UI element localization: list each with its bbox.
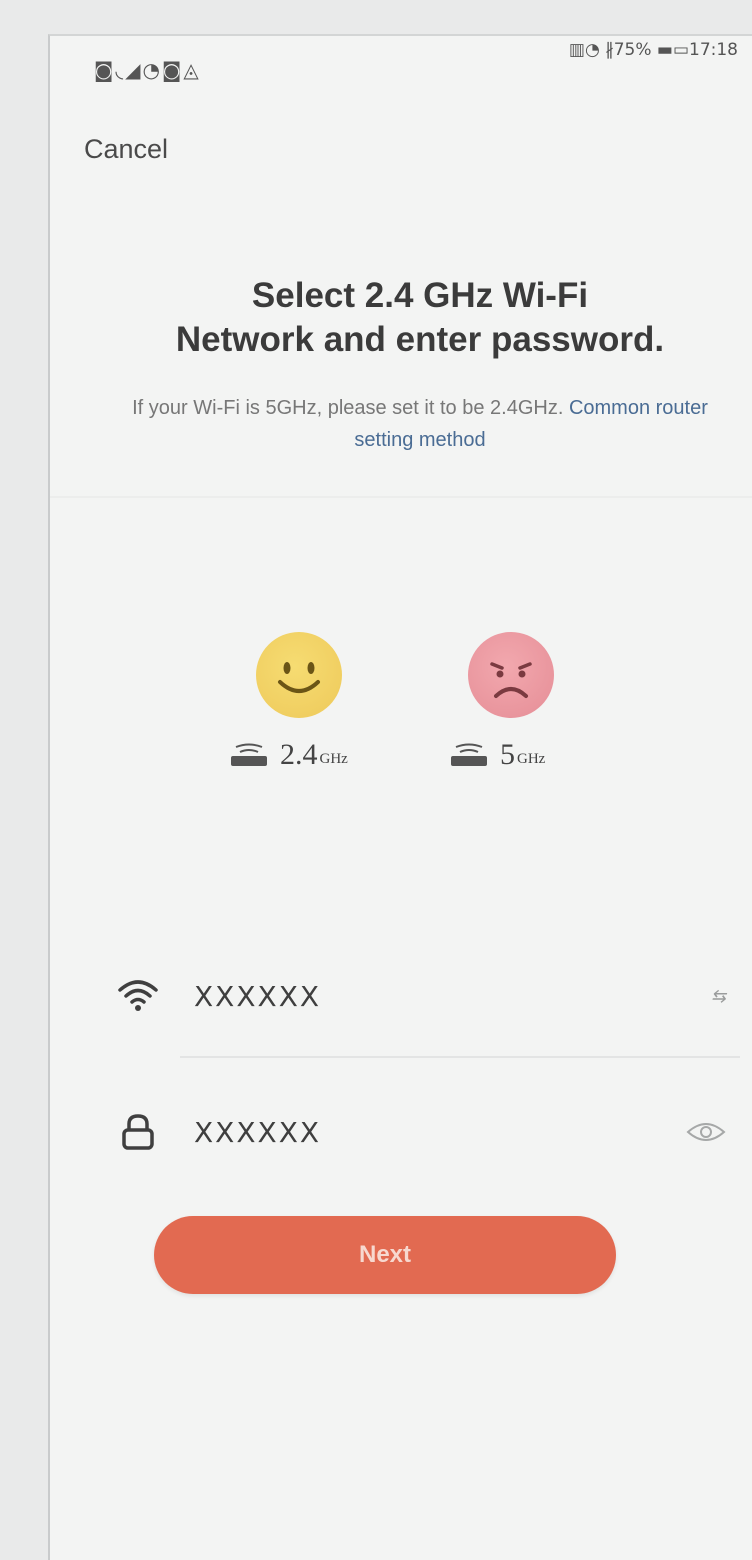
router-icon xyxy=(451,743,487,766)
wifi-icon xyxy=(118,980,158,1011)
phone-screen: ◙◟◢◔◙◬ ▥◔ ∦75% ▬▭17:18 Cancel Select 2.4… xyxy=(48,34,752,1560)
band-2-4ghz: 2.4 GHz xyxy=(228,738,348,772)
router-icon xyxy=(231,743,267,766)
band-5-unit: GHz xyxy=(517,751,546,767)
switch-network-icon[interactable]: ⇆ xyxy=(711,986,726,1007)
status-bar: ◙◟◢◔◙◬ ▥◔ ∦75% ▬▭17:18 xyxy=(50,36,752,100)
wifi-name-field[interactable]: XXXXXX ⇆ xyxy=(116,966,726,1026)
status-icons-left: ◙◟◢◔◙◬ xyxy=(94,58,201,82)
band-2-4-unit: GHz xyxy=(319,751,348,767)
page-title: Select 2.4 GHz Wi-Fi Network and enter p… xyxy=(90,274,750,362)
next-button[interactable]: Next xyxy=(154,1216,616,1294)
divider xyxy=(50,496,752,498)
lock-icon xyxy=(122,1114,154,1150)
subtitle-text: If your Wi-Fi is 5GHz, please set it to … xyxy=(132,397,564,419)
band-5ghz: 5 GHz xyxy=(448,738,545,772)
band-5-value: 5 xyxy=(500,738,515,771)
status-indicators-right: ▥◔ ∦75% ▬▭17:18 xyxy=(568,40,738,60)
field-divider xyxy=(180,1056,740,1058)
cancel-button[interactable]: Cancel xyxy=(84,134,168,165)
password-value[interactable]: XXXXXX xyxy=(194,1116,686,1149)
happy-face-icon xyxy=(256,632,342,718)
band-2-4-value: 2.4 xyxy=(280,738,318,771)
eye-icon[interactable] xyxy=(686,1120,726,1144)
wifi-name-value[interactable]: XXXXXX xyxy=(194,980,711,1013)
password-field[interactable]: XXXXXX xyxy=(116,1102,726,1162)
sad-face-icon xyxy=(468,632,554,718)
page-subtitle: If your Wi-Fi is 5GHz, please set it to … xyxy=(120,392,720,456)
title-line-2: Network and enter password. xyxy=(175,320,665,359)
title-line-1: Select 2.4 GHz Wi-Fi xyxy=(251,276,589,315)
